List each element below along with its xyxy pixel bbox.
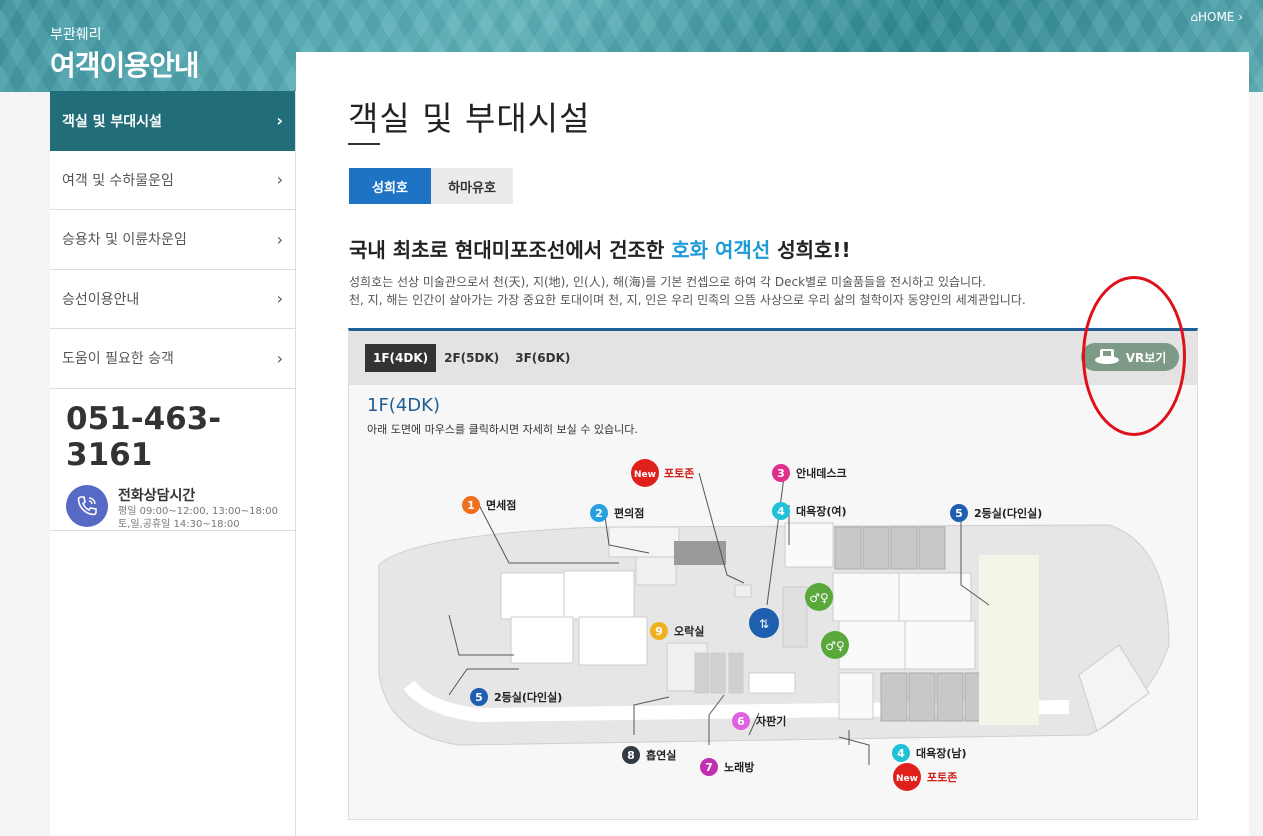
title-underline xyxy=(348,143,380,145)
phone-hours-weekday: 평일 09:00~12:00, 13:00~18:00 xyxy=(118,505,278,517)
description-line-1: 성희호는 선상 미술관으로서 천(天), 지(地), 인(人), 해(海)를 기… xyxy=(349,275,986,289)
sidebar-item-assistance[interactable]: 도움이 필요한 승객 › xyxy=(50,329,295,389)
svg-text:6: 6 xyxy=(737,715,745,728)
svg-text:2: 2 xyxy=(595,507,603,520)
svg-text:포토존: 포토존 xyxy=(664,467,694,480)
svg-text:2등실(다인실): 2등실(다인실) xyxy=(974,506,1042,520)
headline-post: 성희호!! xyxy=(770,238,851,262)
svg-text:7: 7 xyxy=(705,761,713,774)
svg-text:⇅: ⇅ xyxy=(759,617,769,631)
svg-text:New: New xyxy=(896,774,918,784)
svg-text:8: 8 xyxy=(627,749,635,762)
deck-tab-2f[interactable]: 2F(5DK) xyxy=(436,344,507,372)
svg-text:오락실: 오락실 xyxy=(674,624,704,638)
page-title: 객실 및 부대시설 xyxy=(348,99,591,138)
deck-tab-3f[interactable]: 3F(6DK) xyxy=(507,344,578,372)
headline: 국내 최초로 현대미포조선에서 건조한 호화 여객선 성희호!! xyxy=(349,234,851,263)
phone-hours-weekend: 토,일,공휴일 14:30~18:00 xyxy=(118,518,240,530)
svg-text:4: 4 xyxy=(777,505,785,518)
svg-text:5: 5 xyxy=(475,691,483,704)
headline-highlight: 호화 여객선 xyxy=(671,238,771,262)
svg-text:♂♀: ♂♀ xyxy=(825,639,845,653)
svg-text:1: 1 xyxy=(467,499,475,512)
deck-tab-1f[interactable]: 1F(4DK) xyxy=(365,344,437,372)
phone-contact-box: 051-463-3161 전화상담시간 평일 09:00~12:00, 13:0… xyxy=(50,389,295,531)
svg-text:New: New xyxy=(634,470,656,480)
svg-text:3: 3 xyxy=(777,467,785,480)
chevron-right-icon: › xyxy=(276,348,283,368)
svg-text:흡연실: 흡연실 xyxy=(646,748,676,762)
chevron-right-icon: › xyxy=(276,111,283,131)
phone-number: 051-463-3161 xyxy=(66,400,222,473)
deck-panel: 1F(4DK) 2F(5DK) 3F(6DK) VR보기 1F(4DK) 아래 … xyxy=(348,328,1198,820)
description-line-2: 천, 지, 해는 인간이 살아가는 가장 중요한 토대이며 천, 지, 인은 우… xyxy=(349,293,1026,307)
deck-body: 1F(4DK) 아래 도면에 마우스를 클릭하시면 자세히 보실 수 있습니다. xyxy=(349,385,1197,817)
description: 성희호는 선상 미술관으로서 천(天), 지(地), 인(人), 해(海)를 기… xyxy=(349,273,1179,309)
sidebar-item-rooms[interactable]: 객실 및 부대시설 › xyxy=(50,91,295,151)
sidebar-item-label: 여객 및 수하물운임 xyxy=(62,172,174,189)
sidebar-item-label: 도움이 필요한 승객 xyxy=(62,351,174,368)
svg-text:9: 9 xyxy=(655,625,663,638)
svg-text:면세점: 면세점 xyxy=(486,498,516,512)
home-link[interactable]: ⌂HOME › xyxy=(1190,10,1243,24)
sidebar-item-boarding-guide[interactable]: 승선이용안내 › xyxy=(50,270,295,329)
brand-subtitle: 부관훼리 xyxy=(50,27,102,43)
svg-text:자판기: 자판기 xyxy=(756,714,786,728)
phone-hours-title: 전화상담시간 xyxy=(118,487,196,504)
chevron-right-icon: › xyxy=(276,289,283,309)
sidebar-item-label: 객실 및 부대시설 xyxy=(62,113,162,130)
svg-text:대욕장(여): 대욕장(여) xyxy=(796,504,847,518)
deck-heading: 1F(4DK) xyxy=(367,395,440,416)
vr-headset-icon xyxy=(1094,347,1120,368)
svg-text:5: 5 xyxy=(955,507,963,520)
svg-text:대욕장(남): 대욕장(남) xyxy=(916,746,967,760)
svg-text:포토존: 포토존 xyxy=(927,771,957,784)
sidebar-item-label: 승용차 및 이륜차운임 xyxy=(62,232,187,249)
svg-text:안내데스크: 안내데스크 xyxy=(796,466,847,480)
svg-text:편의점: 편의점 xyxy=(614,506,644,520)
headline-pre: 국내 최초로 현대미포조선에서 건조한 xyxy=(349,238,672,262)
chevron-right-icon: › xyxy=(276,170,283,190)
tab-seonghee[interactable]: 성희호 xyxy=(349,168,431,204)
svg-text:4: 4 xyxy=(897,747,905,760)
svg-text:♂♀: ♂♀ xyxy=(809,591,829,605)
vr-view-button[interactable]: VR보기 xyxy=(1081,343,1179,371)
tab-hamayu[interactable]: 하마유호 xyxy=(431,168,513,204)
brand-title: 여객이용안내 xyxy=(50,49,200,82)
deck-help-text: 아래 도면에 마우스를 클릭하시면 자세히 보실 수 있습니다. xyxy=(367,423,638,436)
svg-text:노래방: 노래방 xyxy=(724,760,754,774)
ship-tabs: 성희호 하마유호 xyxy=(349,168,513,204)
main-content: 객실 및 부대시설 성희호 하마유호 국내 최초로 현대미포조선에서 건조한 호… xyxy=(296,52,1249,836)
floor-plan-map[interactable]: ⇅ ♂♀ ♂♀ 1 면세점 2 편의점 New 포토존 3 안내데스크 4 대욕… xyxy=(349,445,1197,817)
phone-icon xyxy=(66,484,108,527)
sidebar-item-vehicle-fares[interactable]: 승용차 및 이륜차운임 › xyxy=(50,210,295,270)
sidebar: 객실 및 부대시설 › 여객 및 수하물운임 › 승용차 및 이륜차운임 › 승… xyxy=(50,91,296,836)
svg-text:2등실(다인실): 2등실(다인실) xyxy=(494,690,562,704)
sidebar-item-label: 승선이용안내 xyxy=(62,291,140,308)
chevron-right-icon: › xyxy=(276,229,283,249)
sidebar-item-fares[interactable]: 여객 및 수하물운임 › xyxy=(50,151,295,210)
vr-view-label: VR보기 xyxy=(1125,350,1167,365)
deck-tab-bar: 1F(4DK) 2F(5DK) 3F(6DK) VR보기 xyxy=(349,331,1197,385)
